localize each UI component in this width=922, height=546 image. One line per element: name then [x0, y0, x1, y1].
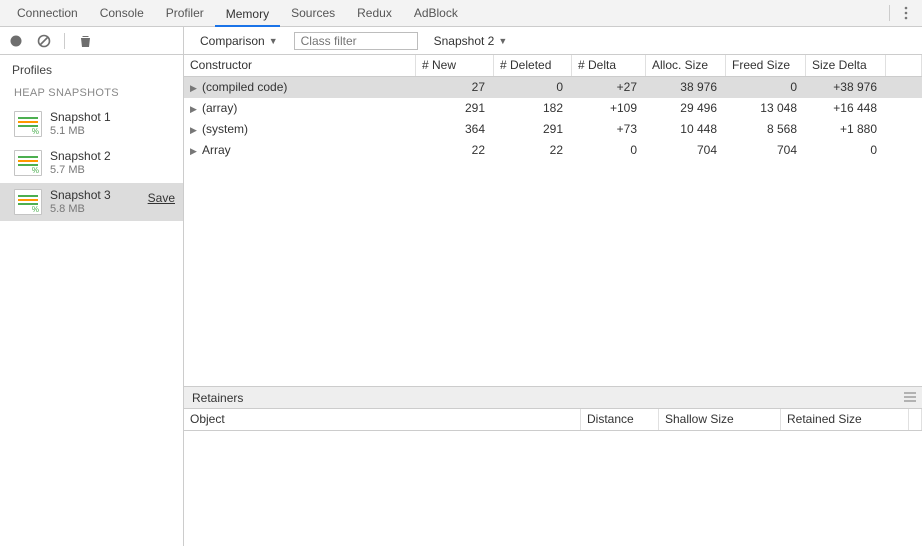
cell-deleted: 291 [494, 119, 572, 140]
tab-memory[interactable]: Memory [215, 0, 280, 27]
snapshot-icon [14, 189, 42, 215]
cell-delta: +27 [572, 77, 646, 98]
sidebar: Profiles HEAP SNAPSHOTS Snapshot 1 5.1 M… [0, 27, 184, 546]
cell-new: 27 [416, 77, 494, 98]
snapshot-name: Snapshot 2 [50, 149, 111, 164]
cell-delta: +73 [572, 119, 646, 140]
table-row[interactable]: ▶(system) 364 291 +73 10 448 8 568 +1 88… [184, 119, 922, 140]
table-row[interactable]: ▶(compiled code) 27 0 +27 38 976 0 +38 9… [184, 77, 922, 98]
col-size-delta[interactable]: Size Delta [806, 55, 886, 76]
table-row[interactable]: ▶(array) 291 182 +109 29 496 13 048 +16 … [184, 98, 922, 119]
tab-profiler[interactable]: Profiler [155, 0, 215, 27]
expand-icon[interactable]: ▶ [190, 125, 202, 136]
cell-alloc: 38 976 [646, 77, 726, 98]
constructor-name: (array) [202, 101, 237, 115]
col-new[interactable]: # New [416, 55, 494, 76]
tab-adblock[interactable]: AdBlock [403, 0, 469, 27]
snapshot-name: Snapshot 3 [50, 188, 111, 203]
record-icon[interactable] [4, 30, 28, 52]
cell-delta: 0 [572, 140, 646, 161]
col-freed-size[interactable]: Freed Size [726, 55, 806, 76]
cell-size-delta: 0 [806, 140, 886, 161]
tab-console[interactable]: Console [89, 0, 155, 27]
profiles-toolbar [0, 27, 183, 55]
grid-header: Constructor # New # Deleted # Delta Allo… [184, 55, 922, 77]
snapshot-size: 5.1 MB [50, 125, 111, 139]
cell-deleted: 182 [494, 98, 572, 119]
comparison-toolbar: Comparison ▼ Snapshot 2 ▼ [184, 27, 922, 55]
constructor-name: (compiled code) [202, 80, 287, 94]
snapshot-size: 5.8 MB [50, 203, 111, 217]
cell-delta: +109 [572, 98, 646, 119]
expand-icon[interactable]: ▶ [190, 83, 202, 94]
clear-icon[interactable] [32, 30, 56, 52]
retainers-title: Retainers [192, 391, 243, 405]
cell-size-delta: +38 976 [806, 77, 886, 98]
snapshot-item[interactable]: Snapshot 2 5.7 MB [0, 144, 183, 183]
more-icon[interactable] [894, 6, 918, 20]
expand-icon[interactable]: ▶ [190, 146, 202, 157]
table-row[interactable]: ▶Array 22 22 0 704 704 0 [184, 140, 922, 161]
retainers-body[interactable] [184, 431, 922, 546]
base-snapshot-dropdown[interactable]: Snapshot 2 ▼ [426, 34, 516, 48]
cell-new: 291 [416, 98, 494, 119]
cell-alloc: 10 448 [646, 119, 726, 140]
col-retained-size[interactable]: Retained Size [781, 409, 909, 430]
class-filter-input[interactable] [294, 32, 418, 50]
divider [64, 33, 65, 49]
view-mode-dropdown[interactable]: Comparison ▼ [192, 34, 286, 48]
col-distance[interactable]: Distance [581, 409, 659, 430]
cell-size-delta: +16 448 [806, 98, 886, 119]
col-delta[interactable]: # Delta [572, 55, 646, 76]
grid-body[interactable]: ▶(compiled code) 27 0 +27 38 976 0 +38 9… [184, 77, 922, 386]
snapshot-item[interactable]: Snapshot 1 5.1 MB [0, 105, 183, 144]
col-object[interactable]: Object [184, 409, 581, 430]
menu-icon[interactable] [904, 391, 916, 405]
col-constructor[interactable]: Constructor [184, 55, 416, 76]
dropdown-icon: ▼ [269, 36, 278, 46]
cell-freed: 13 048 [726, 98, 806, 119]
retainers-header: Object Distance Shallow Size Retained Si… [184, 409, 922, 431]
tab-redux[interactable]: Redux [346, 0, 403, 27]
base-snapshot-label: Snapshot 2 [434, 34, 495, 48]
col-shallow-size[interactable]: Shallow Size [659, 409, 781, 430]
heap-snapshots-heading: HEAP SNAPSHOTS [0, 87, 183, 105]
retainers-panel: Retainers Object Distance Shallow Size R… [184, 386, 922, 546]
main-panel: Comparison ▼ Snapshot 2 ▼ Constructor # … [184, 27, 922, 546]
snapshot-size: 5.7 MB [50, 164, 111, 178]
constructor-name: Array [202, 143, 231, 157]
cell-freed: 8 568 [726, 119, 806, 140]
col-scroll-spacer [886, 55, 922, 76]
devtools-tabbar: Connection Console Profiler Memory Sourc… [0, 0, 922, 27]
cell-freed: 704 [726, 140, 806, 161]
cell-deleted: 22 [494, 140, 572, 161]
cell-alloc: 704 [646, 140, 726, 161]
divider [889, 5, 890, 21]
trash-icon[interactable] [73, 30, 97, 52]
cell-deleted: 0 [494, 77, 572, 98]
save-link[interactable]: Save [148, 191, 175, 205]
expand-icon[interactable]: ▶ [190, 104, 202, 115]
snapshot-name: Snapshot 1 [50, 110, 111, 125]
snapshot-icon [14, 150, 42, 176]
cell-alloc: 29 496 [646, 98, 726, 119]
tab-connection[interactable]: Connection [6, 0, 89, 27]
cell-new: 364 [416, 119, 494, 140]
comparison-grid: Constructor # New # Deleted # Delta Allo… [184, 55, 922, 546]
snapshot-item[interactable]: Snapshot 3 5.8 MB Save [0, 183, 183, 222]
col-alloc-size[interactable]: Alloc. Size [646, 55, 726, 76]
constructor-name: (system) [202, 122, 248, 136]
tab-sources[interactable]: Sources [280, 0, 346, 27]
cell-freed: 0 [726, 77, 806, 98]
cell-new: 22 [416, 140, 494, 161]
col-scroll-spacer [909, 409, 922, 430]
snapshot-icon [14, 111, 42, 137]
col-deleted[interactable]: # Deleted [494, 55, 572, 76]
view-mode-label: Comparison [200, 34, 265, 48]
dropdown-icon: ▼ [498, 36, 507, 46]
cell-size-delta: +1 880 [806, 119, 886, 140]
profiles-heading: Profiles [0, 55, 183, 87]
